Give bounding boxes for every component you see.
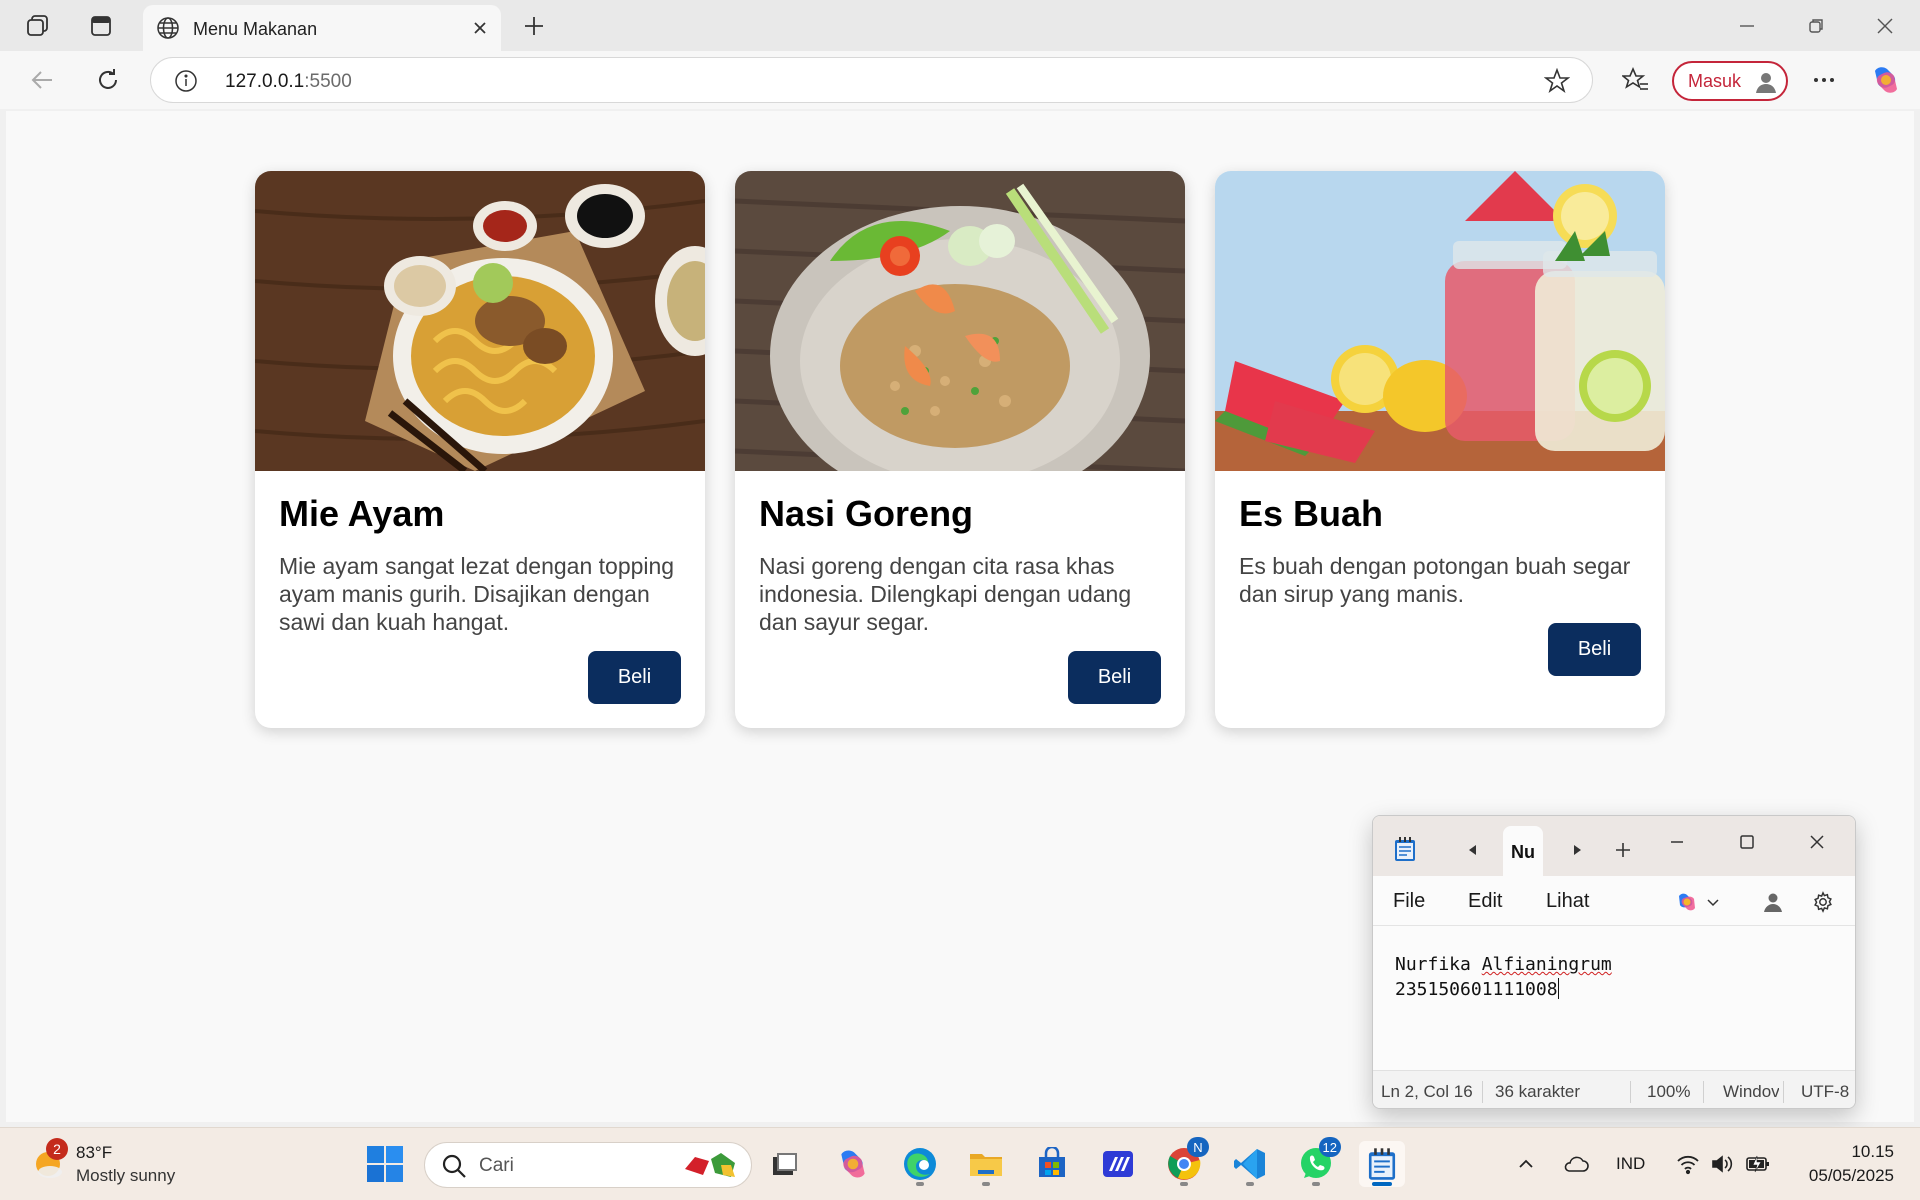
status-char-count: 36 karakter (1495, 1082, 1581, 1101)
whatsapp-icon[interactable]: 12 (1293, 1137, 1341, 1187)
chrome-browser-icon[interactable]: N (1161, 1137, 1209, 1187)
sign-in-button[interactable]: Masuk (1672, 61, 1788, 101)
chevron-down-icon[interactable] (1699, 888, 1727, 916)
buy-button-mie-ayam[interactable]: Beli (588, 651, 681, 704)
globe-icon (153, 13, 183, 43)
notepad-copilot-icon[interactable] (1673, 888, 1701, 916)
file-explorer-icon[interactable] (963, 1141, 1009, 1187)
workspaces-icon[interactable] (20, 8, 56, 44)
taskbar-search[interactable]: Cari (424, 1142, 752, 1188)
task-view-icon[interactable] (762, 1141, 808, 1187)
dev-tool-app-icon[interactable] (1095, 1141, 1141, 1187)
search-icon (442, 1154, 466, 1178)
weather-badge: 2 (46, 1138, 68, 1160)
notepad-new-tab-icon[interactable] (1609, 836, 1637, 864)
taskbar: 2 83°F Mostly sunny Cari N 12 IND 10.15 … (0, 1127, 1920, 1200)
notepad-taskbar-icon[interactable] (1359, 1141, 1405, 1187)
browser-toolbar: 127.0.0.1:5500 Masuk (0, 51, 1920, 109)
notepad-maximize-icon[interactable] (1723, 824, 1771, 860)
es-buah-image (1215, 171, 1665, 471)
vscode-icon[interactable] (1227, 1141, 1273, 1187)
browser-tab-active[interactable]: Menu Makanan (143, 5, 501, 51)
notepad-app-icon (1395, 837, 1415, 861)
tab-title: Menu Makanan (193, 19, 318, 39)
notepad-status-bar: Ln 2, Col 16 36 karakter 100% Windov UTF… (1373, 1070, 1855, 1108)
mie-ayam-image (255, 171, 705, 471)
notepad-minimize-icon[interactable] (1653, 824, 1701, 860)
close-tab-icon[interactable] (465, 13, 495, 43)
account-icon[interactable] (1759, 888, 1787, 916)
notepad-window: Nu File Edit Lihat Nurfika Alfianingrum … (1372, 815, 1856, 1109)
back-arrow-icon[interactable] (24, 62, 60, 98)
close-window-icon[interactable] (1862, 8, 1908, 44)
input-language[interactable]: IND (1616, 1154, 1645, 1174)
search-highlight-icon (685, 1153, 735, 1177)
volume-icon[interactable] (1708, 1150, 1736, 1178)
buy-button-nasi-goreng[interactable]: Beli (1068, 651, 1161, 704)
menu-view[interactable]: Lihat (1546, 890, 1589, 913)
windows-start-icon[interactable] (366, 1145, 404, 1183)
notepad-tab-label: Nu (1511, 842, 1535, 862)
status-line-ending: Windov (1723, 1082, 1779, 1101)
favorites-icon[interactable] (1618, 62, 1654, 98)
menu-item-description: Nasi goreng dengan cita rasa khas indone… (759, 553, 1132, 635)
onedrive-cloud-icon[interactable] (1562, 1150, 1590, 1178)
menu-file[interactable]: File (1393, 890, 1425, 913)
copilot-app-icon[interactable] (830, 1141, 876, 1187)
menu-item-description: Mie ayam sangat lezat dengan topping aya… (279, 553, 675, 635)
battery-charging-icon[interactable] (1744, 1150, 1772, 1178)
show-hidden-icons-chevron-up-icon[interactable] (1512, 1150, 1540, 1178)
address-bar[interactable]: 127.0.0.1:5500 (150, 57, 1593, 103)
notepad-close-icon[interactable] (1793, 824, 1841, 860)
notepad-text-area[interactable]: Nurfika Alfianingrum 235150601111008 (1395, 952, 1612, 1002)
site-info-icon[interactable] (173, 68, 199, 94)
menu-item-title: Es Buah (1239, 493, 1384, 534)
status-encoding: UTF-8 (1801, 1082, 1850, 1101)
clock-time[interactable]: 10.15 (1851, 1142, 1894, 1162)
more-options-icon[interactable] (1806, 62, 1842, 98)
menu-item-title: Mie Ayam (279, 493, 445, 534)
reload-icon[interactable] (90, 62, 126, 98)
minimize-icon[interactable] (1724, 8, 1770, 44)
vertical-tabs-icon[interactable] (83, 8, 119, 44)
search-placeholder: Cari (479, 1155, 514, 1176)
menu-item-description: Es buah dengan potongan buah segar dan s… (1239, 553, 1631, 607)
menu-item-title: Nasi Goreng (759, 493, 974, 534)
favorite-star-icon[interactable] (1544, 68, 1570, 94)
status-zoom: 100% (1647, 1082, 1691, 1101)
nasi-goreng-image (735, 171, 1185, 471)
menu-edit[interactable]: Edit (1468, 890, 1502, 913)
status-cursor-position: Ln 2, Col 16 (1381, 1082, 1473, 1101)
buy-button-es-buah[interactable]: Beli (1548, 623, 1641, 676)
text-caret (1557, 978, 1559, 999)
browser-tab-bar: Menu Makanan (0, 0, 1920, 51)
tab-scroll-right-icon[interactable] (1565, 838, 1589, 862)
weather-description[interactable]: Mostly sunny (76, 1166, 175, 1186)
microsoft-store-icon[interactable] (1029, 1141, 1075, 1187)
edge-browser-icon[interactable] (897, 1141, 943, 1187)
copilot-icon[interactable] (1868, 62, 1904, 98)
notepad-title-bar: Nu (1373, 816, 1855, 876)
url-text: 127.0.0.1:5500 (225, 71, 352, 92)
menu-card-es-buah: Es Buah Es buah dengan potongan buah seg… (1215, 171, 1665, 728)
notepad-menu-bar: File Edit Lihat (1373, 876, 1855, 926)
profile-avatar-icon (1756, 73, 1776, 93)
tab-scroll-left-icon[interactable] (1461, 838, 1485, 862)
menu-card-nasi-goreng: Nasi Goreng Nasi goreng dengan cita rasa… (735, 171, 1185, 728)
whatsapp-unread-badge: 12 (1318, 1137, 1341, 1157)
sign-in-label: Masuk (1688, 70, 1742, 91)
new-tab-button[interactable] (516, 8, 552, 44)
weather-temperature[interactable]: 83°F (76, 1143, 112, 1163)
settings-gear-icon[interactable] (1809, 888, 1837, 916)
notepad-tab[interactable]: Nu (1503, 826, 1543, 876)
clock-date[interactable]: 05/05/2025 (1809, 1166, 1894, 1186)
chrome-profile-badge: N (1187, 1137, 1209, 1157)
menu-card-mie-ayam: Mie Ayam Mie ayam sangat lezat dengan to… (255, 171, 705, 728)
restore-icon[interactable] (1793, 8, 1839, 44)
wifi-icon[interactable] (1674, 1150, 1702, 1178)
